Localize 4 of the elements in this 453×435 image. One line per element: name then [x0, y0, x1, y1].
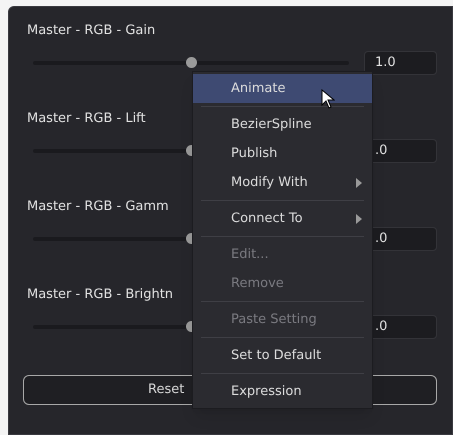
slider-label: Master - RGB - Gamm	[27, 198, 169, 216]
slider-label: Master - RGB - Brightn	[27, 286, 174, 304]
slider-label: Master - RGB - Lift	[27, 110, 146, 128]
slider-label: Master - RGB - Gain	[27, 22, 156, 40]
